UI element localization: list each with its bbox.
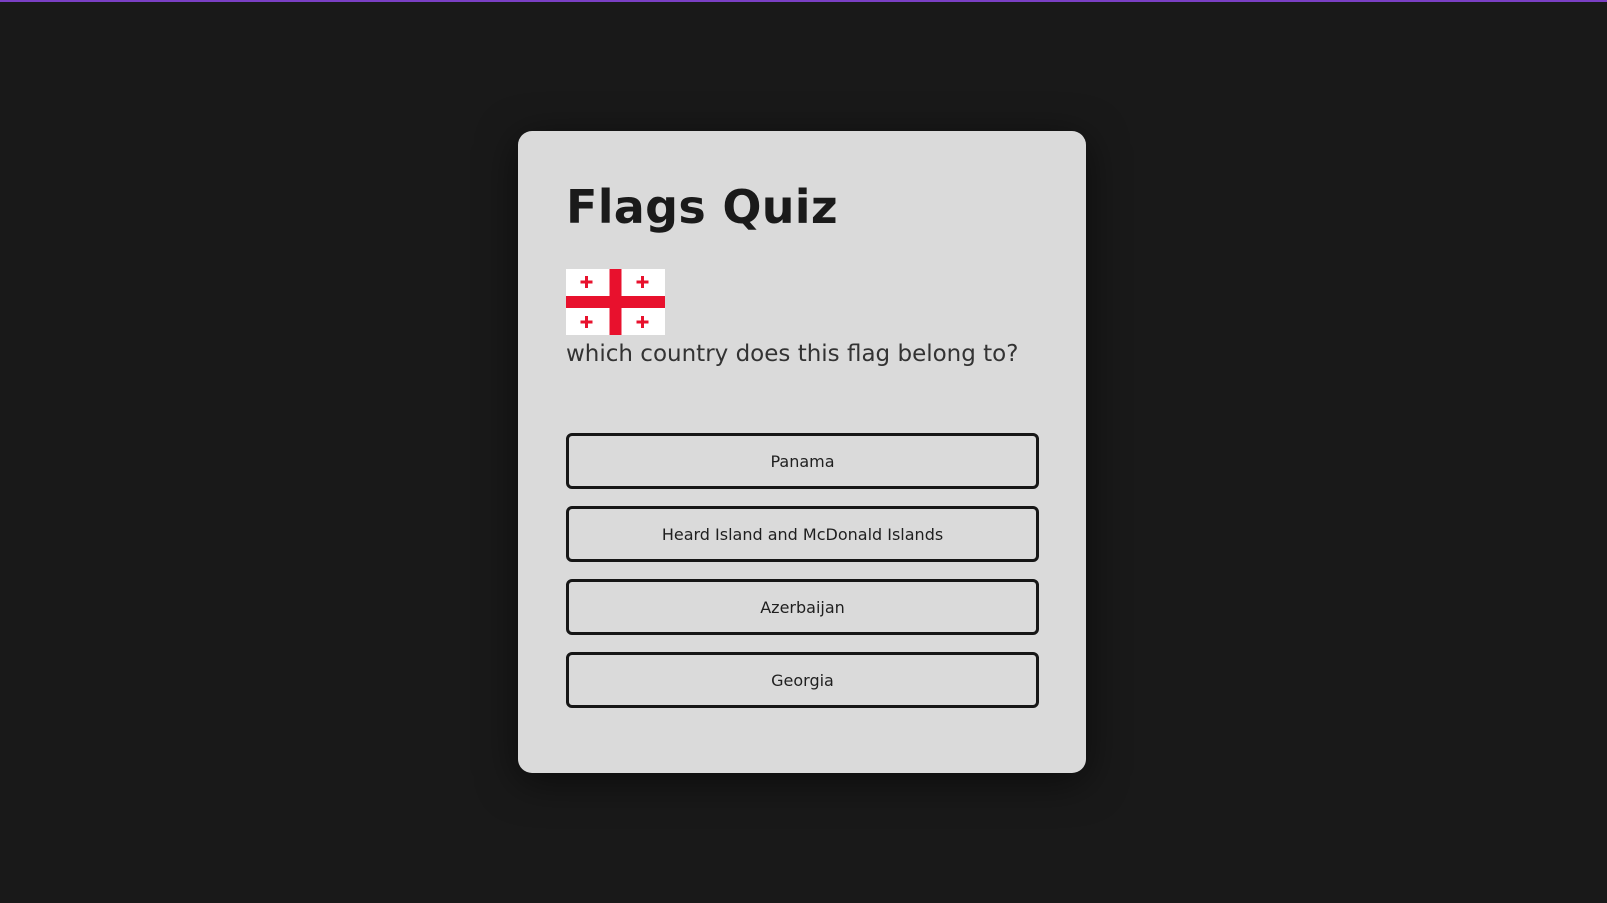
answer-button-azerbaijan[interactable]: Azerbaijan — [566, 579, 1039, 635]
page-title: Flags Quiz — [566, 180, 838, 234]
answer-list: Panama Heard Island and McDonald Islands… — [566, 433, 1039, 708]
answer-button-georgia[interactable]: Georgia — [566, 652, 1039, 708]
quiz-card: Flags Quiz which country does this flag … — [518, 131, 1086, 773]
answer-button-heard-island[interactable]: Heard Island and McDonald Islands — [566, 506, 1039, 562]
answer-button-panama[interactable]: Panama — [566, 433, 1039, 489]
georgia-flag-image — [566, 269, 665, 335]
top-accent-bar — [0, 0, 1607, 2]
question-text: which country does this flag belong to? — [566, 341, 1019, 367]
